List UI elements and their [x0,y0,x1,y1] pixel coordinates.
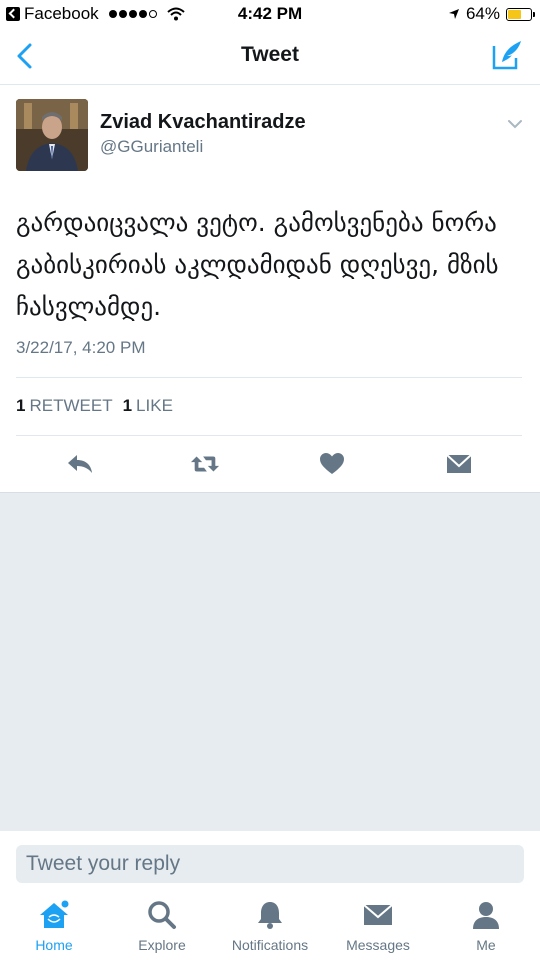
tab-label: Notifications [231,937,309,953]
status-bar-left[interactable]: Facebook [6,4,185,24]
retweet-label: RETWEET [29,396,113,415]
home-icon [40,900,69,928]
compose-tweet-button[interactable] [490,38,524,72]
author-handle[interactable]: @GGurianteli [100,137,203,157]
tab-me[interactable]: Me [432,899,540,959]
direct-message-button[interactable] [444,449,474,479]
tab-messages[interactable]: Messages [324,899,432,959]
tab-label: Home [35,937,73,953]
chevron-down-icon[interactable] [506,115,524,133]
tab-label: Messages [346,937,410,953]
envelope-icon [363,904,393,925]
tab-label: Me [476,937,496,953]
tab-explore[interactable]: Explore [108,899,216,959]
person-icon [473,902,499,929]
avatar[interactable] [16,99,88,171]
retweet-button[interactable] [190,449,220,479]
bell-icon [258,902,282,929]
tweet-header: Zviad Kvachantiradze @GGurianteli [16,99,524,173]
search-icon [148,901,176,929]
nav-bar: Tweet [0,28,540,85]
back-to-app-icon[interactable] [6,7,20,21]
like-button[interactable] [317,449,347,479]
tweet-timestamp: 3/22/17, 4:20 PM [16,338,146,357]
retweet-count: 1 [16,396,26,415]
retweet-icon [190,456,220,472]
tweet-actions [0,437,540,491]
compose-tweet-icon [492,41,521,70]
tab-label: Explore [138,937,186,953]
divider [16,377,522,378]
like-stat[interactable]: 1 LIKE [123,396,173,416]
status-bar-right: 64% [448,4,535,24]
like-count: 1 [122,396,133,415]
back-to-app-label[interactable]: Facebook [24,4,99,24]
tab-notifications[interactable]: Notifications [216,899,324,959]
empty-replies-area [0,492,540,832]
battery-percent: 64% [465,4,500,23]
divider [16,435,522,436]
battery-icon [506,7,535,21]
tab-bar: Home Explore Notifications Messages Me [0,891,540,960]
tweet-stats: 1 RETWEET 1 LIKE [16,396,173,416]
retweet-stat[interactable]: 1 RETWEET [16,396,113,416]
status-bar: Facebook 4:42 PM 64% [0,0,540,28]
page-title: Tweet [241,43,299,66]
tab-home[interactable]: Home [0,899,108,959]
tweet-text: გარდაიცვალა ვეტო. გამოსვენება ნორა გაბის… [16,208,499,321]
wifi-icon [167,7,185,21]
envelope-icon [446,454,472,473]
reply-input[interactable]: Tweet your reply [16,845,524,883]
reply-bar: Tweet your reply [0,831,540,891]
cell-signal-icon [108,10,157,18]
heart-icon [320,453,344,474]
reply-button[interactable] [65,449,95,479]
location-arrow-icon [448,9,459,19]
reply-icon [68,455,92,473]
like-label: LIKE [136,396,173,415]
author-name[interactable]: Zviad Kvachantiradze [100,111,306,134]
battery-fill [508,9,522,19]
